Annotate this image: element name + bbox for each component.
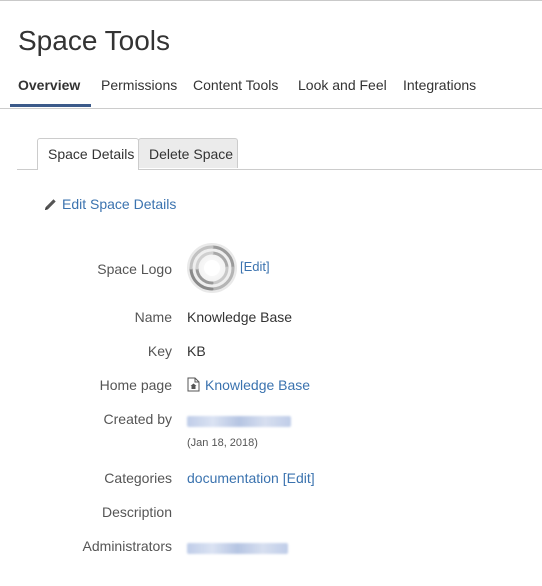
home-page-label: Home page: [99, 377, 172, 393]
tab-look-and-feel[interactable]: Look and Feel: [298, 77, 387, 93]
created-by-user[interactable]: [187, 414, 291, 430]
space-logo-edit-link[interactable]: [Edit]: [240, 259, 270, 274]
subtab-delete-space[interactable]: Delete Space: [138, 138, 238, 168]
pencil-icon: [45, 198, 56, 210]
edit-space-details-label: Edit Space Details: [62, 196, 177, 212]
categories-value: documentation [Edit]: [187, 470, 315, 486]
name-label: Name: [134, 309, 172, 325]
tab-integrations[interactable]: Integrations: [403, 77, 476, 93]
space-logo-label: Space Logo: [97, 261, 172, 277]
key-value: KB: [187, 343, 206, 359]
home-page-link[interactable]: Knowledge Base: [205, 377, 310, 393]
home-page-value: Knowledge Base: [187, 377, 310, 393]
tab-overview[interactable]: Overview: [18, 77, 80, 93]
main-tabs: Overview Permissions Content Tools Look …: [0, 70, 542, 109]
created-by-label: Created by: [103, 411, 172, 427]
subtab-space-details[interactable]: Space Details: [37, 138, 139, 170]
page-icon: [187, 377, 200, 392]
created-date: (Jan 18, 2018): [187, 437, 258, 449]
space-logo-image: [187, 243, 237, 293]
tab-permissions[interactable]: Permissions: [101, 77, 177, 93]
top-border: [0, 0, 542, 1]
categories-edit-link[interactable]: [Edit]: [283, 470, 315, 486]
categories-label: Categories: [104, 470, 172, 486]
sub-tabs: Space Details Delete Space: [17, 138, 542, 170]
administrators-label: Administrators: [82, 538, 172, 554]
administrators-value[interactable]: [187, 541, 288, 557]
name-value: Knowledge Base: [187, 309, 293, 325]
key-label: Key: [147, 343, 172, 359]
edit-space-details-link[interactable]: Edit Space Details: [44, 196, 176, 212]
description-label: Description: [101, 504, 172, 520]
tab-content-tools[interactable]: Content Tools: [193, 77, 278, 93]
page-title: Space Tools: [18, 25, 171, 56]
active-tab-indicator: [10, 104, 91, 107]
category-documentation-link[interactable]: documentation: [187, 470, 279, 486]
